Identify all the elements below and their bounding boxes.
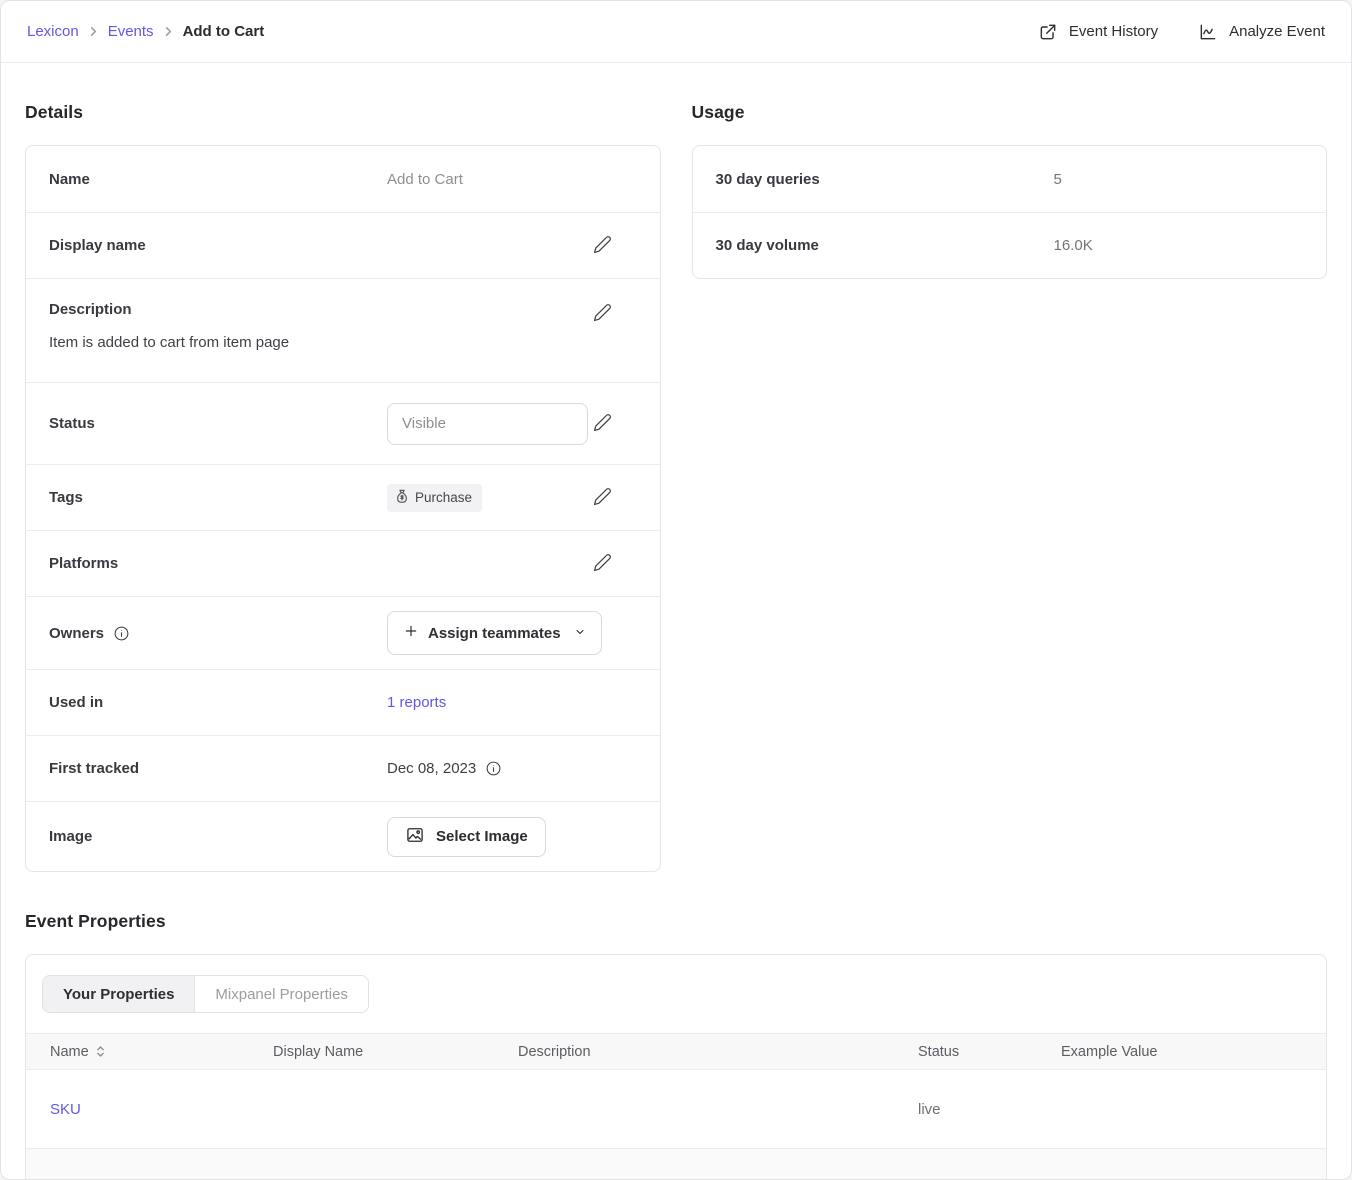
chevron-right-icon	[163, 26, 174, 37]
event-properties-section: Event Properties Your Properties Mixpane…	[25, 911, 1327, 1180]
money-bag-icon	[395, 489, 409, 507]
column-header-example-value: Example Value	[1061, 1044, 1326, 1060]
breadcrumb-lexicon[interactable]: Lexicon	[27, 23, 79, 40]
detail-row-status: Status Visible	[26, 382, 660, 464]
pencil-icon	[593, 235, 612, 257]
usage-card: 30 day queries 5 30 day volume 16.0K	[692, 145, 1328, 279]
sort-icon[interactable]	[96, 1045, 105, 1058]
used-in-label: Used in	[49, 694, 387, 711]
detail-row-description: Description Item is added to cart from i…	[26, 278, 660, 382]
detail-row-display-name: Display name	[26, 212, 660, 278]
column-header-display-name: Display Name	[273, 1044, 518, 1060]
column-header-name[interactable]: Name	[26, 1044, 273, 1060]
property-row-scroll[interactable]: Scroll % live	[26, 1148, 1326, 1180]
event-history-button[interactable]: Event History	[1038, 22, 1158, 42]
tab-your-properties[interactable]: Your Properties	[43, 976, 195, 1012]
pencil-icon	[593, 413, 612, 435]
pencil-icon	[593, 303, 612, 325]
image-icon	[405, 825, 425, 849]
tag-label: Purchase	[415, 490, 472, 505]
detail-row-first-tracked: First tracked Dec 08, 2023	[26, 735, 660, 801]
assign-teammates-label: Assign teammates	[428, 625, 561, 642]
event-properties-card: Your Properties Mixpanel Properties Name…	[25, 954, 1327, 1180]
edit-platforms-button[interactable]	[591, 551, 614, 577]
owners-info-icon[interactable]	[113, 625, 130, 642]
select-image-button[interactable]: Select Image	[387, 817, 546, 857]
usage-heading: Usage	[692, 102, 1328, 123]
first-tracked-info-icon[interactable]	[485, 760, 502, 777]
details-heading: Details	[25, 102, 661, 123]
detail-row-used-in: Used in 1 reports	[26, 669, 660, 735]
description-label: Description	[49, 301, 387, 318]
chevron-down-icon	[574, 625, 586, 642]
header-actions: Event History Analyze Event	[1038, 22, 1325, 42]
properties-table-header: Name Display Name Description Status Exa…	[26, 1033, 1326, 1070]
column-header-status: Status	[918, 1044, 1061, 1060]
assign-teammates-button[interactable]: Assign teammates	[387, 611, 602, 655]
detail-row-name: Name Add to Cart	[26, 146, 660, 212]
edit-description-button[interactable]	[591, 301, 614, 327]
analyze-event-label: Analyze Event	[1229, 23, 1325, 40]
event-properties-heading: Event Properties	[25, 911, 1327, 932]
edit-status-button[interactable]	[591, 411, 614, 437]
column-name-label: Name	[50, 1044, 89, 1060]
pencil-icon	[593, 553, 612, 575]
tags-label: Tags	[49, 489, 387, 506]
status-input[interactable]: Visible	[387, 403, 588, 445]
properties-tabs: Your Properties Mixpanel Properties	[42, 975, 369, 1013]
plus-icon	[403, 623, 419, 643]
queries-value: 5	[1054, 171, 1062, 188]
display-name-label: Display name	[49, 237, 387, 254]
pencil-icon	[593, 487, 612, 509]
first-tracked-label: First tracked	[49, 760, 387, 777]
breadcrumb-events[interactable]: Events	[108, 23, 154, 40]
usage-column: Usage 30 day queries 5 30 day volume 16.…	[692, 63, 1328, 279]
breadcrumb-current-event: Add to Cart	[183, 23, 265, 40]
status-label: Status	[49, 415, 387, 432]
name-value: Add to Cart	[387, 171, 614, 188]
image-label: Image	[49, 828, 387, 845]
column-header-description: Description	[518, 1044, 918, 1060]
external-link-icon	[1038, 22, 1058, 42]
page-content: Details Name Add to Cart Display name	[1, 63, 1351, 1180]
property-row-sku[interactable]: SKU live	[26, 1070, 1326, 1148]
platforms-label: Platforms	[49, 555, 387, 572]
first-tracked-value: Dec 08, 2023	[387, 760, 476, 777]
line-chart-icon	[1198, 22, 1218, 42]
detail-row-owners: Owners Assign teammates	[26, 596, 660, 669]
detail-row-platforms: Platforms	[26, 530, 660, 596]
event-history-label: Event History	[1069, 23, 1158, 40]
tab-mixpanel-properties[interactable]: Mixpanel Properties	[195, 976, 368, 1012]
owners-label: Owners	[49, 625, 104, 642]
usage-row-queries: 30 day queries 5	[693, 146, 1327, 212]
details-card: Name Add to Cart Display name	[25, 145, 661, 872]
select-image-label: Select Image	[436, 828, 528, 845]
volume-label: 30 day volume	[716, 237, 1054, 254]
description-value: Item is added to cart from item page	[49, 334, 614, 351]
top-bar: Lexicon Events Add to Cart Event History	[1, 1, 1351, 63]
property-status: live	[918, 1101, 1061, 1118]
property-name-link[interactable]: SKU	[50, 1101, 81, 1118]
analyze-event-button[interactable]: Analyze Event	[1198, 22, 1325, 42]
volume-value: 16.0K	[1054, 237, 1093, 254]
lexicon-event-detail-page: Lexicon Events Add to Cart Event History	[0, 0, 1352, 1180]
breadcrumb: Lexicon Events Add to Cart	[27, 23, 264, 40]
chevron-right-icon	[88, 26, 99, 37]
edit-display-name-button[interactable]	[591, 233, 614, 259]
detail-row-tags: Tags Purchase	[26, 464, 660, 530]
name-label: Name	[49, 171, 387, 188]
detail-row-image: Image Select Image	[26, 801, 660, 871]
edit-tags-button[interactable]	[591, 485, 614, 511]
usage-row-volume: 30 day volume 16.0K	[693, 212, 1327, 278]
tag-purchase[interactable]: Purchase	[387, 484, 482, 512]
queries-label: 30 day queries	[716, 171, 1054, 188]
details-column: Details Name Add to Cart Display name	[25, 63, 661, 872]
used-in-reports-link[interactable]: 1 reports	[387, 694, 446, 711]
